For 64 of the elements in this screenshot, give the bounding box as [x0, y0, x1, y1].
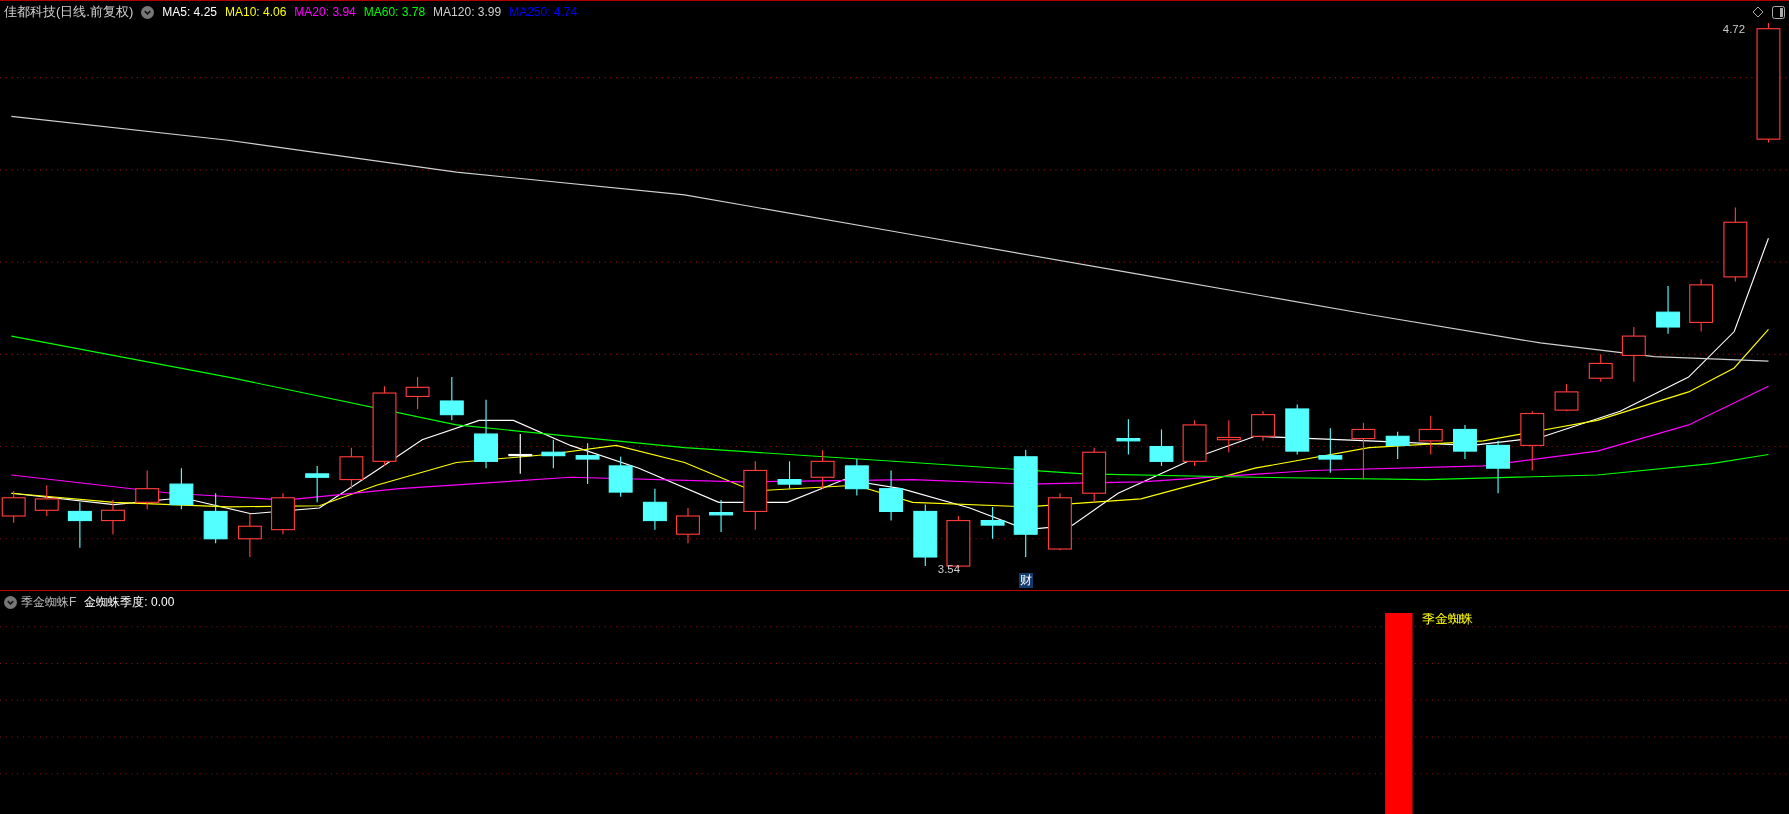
candlestick: [1554, 383, 1579, 412]
candlestick: [1520, 410, 1545, 471]
candlestick: [270, 492, 295, 535]
indicator-name: 季金蜘蛛F: [21, 594, 77, 611]
candlestick: [709, 499, 734, 533]
candlestick: [1621, 326, 1646, 383]
candlestick: [1588, 353, 1613, 383]
moving-average-legend: MA120: 3.99: [433, 3, 502, 21]
candlestick: [1116, 418, 1141, 456]
candlestick: [1047, 492, 1072, 551]
candlestick: [1082, 447, 1107, 503]
candlestick: [135, 469, 160, 510]
indicator-reading: 金蜘蛛季度: 0.00: [84, 594, 175, 611]
candlestick: [1418, 415, 1443, 456]
candlestick: [1182, 419, 1207, 467]
candlestick: [1453, 424, 1477, 460]
event-marker: 财: [1019, 573, 1033, 588]
candlestick: [1251, 410, 1275, 442]
candlestick: [169, 467, 194, 510]
low-price-label: 3.54: [937, 562, 960, 575]
moving-average-legend: MA5: 4.25: [162, 3, 217, 21]
candlestick: [405, 376, 430, 410]
candlestick: [608, 456, 633, 498]
moving-average-legend: MA10: 4.06: [225, 3, 287, 21]
stock-title: 佳都科技(日线.前复权): [4, 3, 134, 22]
dropdown-chevron-icon[interactable]: [141, 5, 155, 19]
candlestick: [879, 469, 904, 522]
candlestick: [237, 513, 262, 558]
diamond-icon[interactable]: [1752, 6, 1764, 18]
candlestick: [1656, 285, 1681, 335]
candlestick: [67, 501, 92, 549]
candlestick: [743, 460, 768, 531]
candlestick: [913, 504, 938, 567]
candlestick: [305, 465, 330, 503]
candlestick: [1689, 278, 1714, 333]
high-price-label: 4.72: [1722, 23, 1745, 36]
candlestick: [1486, 440, 1511, 494]
candlestick: [642, 488, 667, 531]
candlestick: [34, 484, 59, 517]
candlestick: [777, 460, 802, 490]
candlestick: [980, 506, 1005, 540]
candlestick: [439, 376, 464, 421]
candlestick: [541, 439, 566, 469]
candlestick: [1351, 422, 1376, 481]
candlestick: [508, 433, 533, 475]
candlestick: [844, 458, 869, 497]
signal-label: 季金蜘蛛: [1421, 613, 1474, 627]
candlestick: [1285, 403, 1310, 456]
candlestick: [474, 399, 498, 469]
candlestick: [676, 507, 700, 544]
candlestick: [339, 447, 364, 490]
candlestick: [810, 449, 835, 490]
candlestick: [1385, 431, 1410, 460]
moving-average-legend: MA250: 4.74: [509, 3, 578, 21]
candlestick: [1149, 428, 1174, 467]
candlestick: [1318, 427, 1343, 474]
panel-toggle-icon[interactable]: [1772, 5, 1785, 19]
candlestick: [203, 492, 228, 544]
dropdown-chevron-icon[interactable]: [4, 595, 17, 609]
moving-average-legend: MA20: 3.94: [294, 3, 356, 21]
moving-average-legend: MA60: 3.78: [363, 3, 426, 21]
candlestick: [100, 499, 125, 535]
candlestick: [1216, 419, 1241, 453]
candlestick: [575, 442, 600, 485]
